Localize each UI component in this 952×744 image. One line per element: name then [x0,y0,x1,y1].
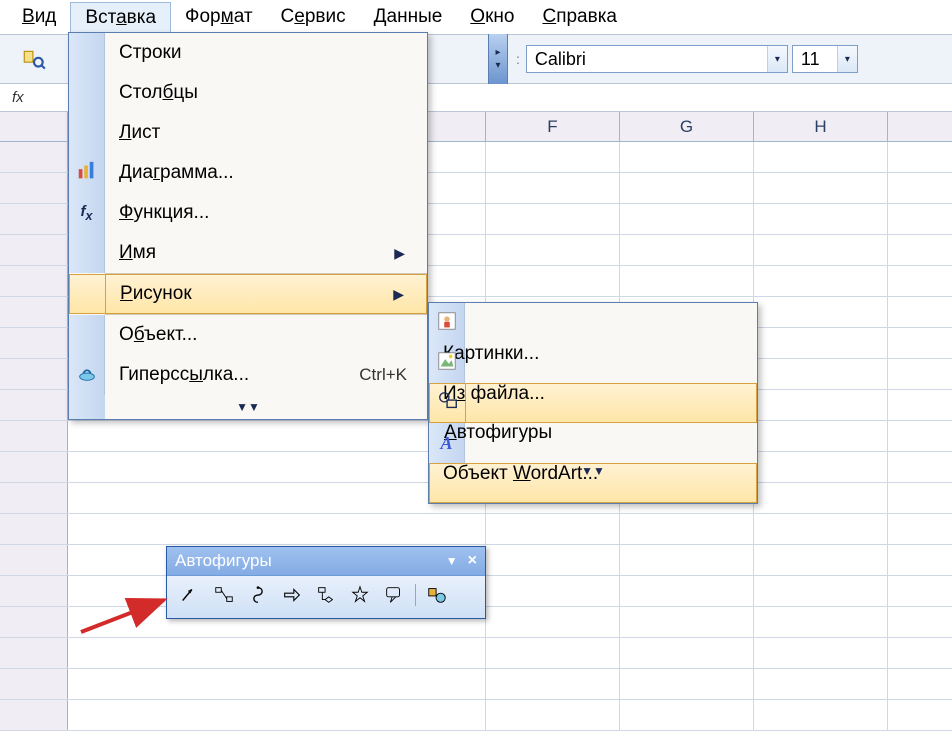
toolbar-grip-icon: : [514,51,522,67]
chevron-right-icon: ▸ [495,47,500,58]
menu-item-rows-label: Строки [119,42,181,64]
menu-format[interactable]: Формат [171,2,267,32]
menu-item-sheet-label: Лист [119,122,160,144]
menu-item-hyperlink-shortcut: Ctrl+K [359,365,413,385]
menu-view[interactable]: Вид [8,2,70,32]
grid-row [0,514,952,545]
basic-shapes-tool-icon[interactable] [243,582,273,608]
menu-item-function-label: Функция... [119,202,209,224]
close-icon[interactable]: × [468,552,477,570]
col-header-h[interactable]: H [754,112,888,141]
autoshapes-titlebar[interactable]: Автофигуры ▼ × [167,547,485,575]
autoshapes-title-label: Автофигуры [175,551,272,571]
from-file-icon [436,350,458,377]
submenu-item-clipart[interactable]: Картинки... [429,303,757,343]
stars-banners-tool-icon[interactable] [345,582,375,608]
toolbar-left [0,47,68,71]
menu-item-cols-label: Столбцы [119,82,198,104]
find-replace-icon[interactable] [21,47,47,71]
menu-insert[interactable]: Вставка [70,2,171,33]
chart-icon [76,160,98,187]
grid-row [0,700,952,731]
menu-window[interactable]: Окно [456,2,528,32]
flowchart-tool-icon[interactable] [311,582,341,608]
function-icon: fx [81,203,93,223]
menu-item-hyperlink[interactable]: Гиперссылка... Ctrl+K [69,355,427,395]
menu-item-picture-label: Рисунок [120,283,192,305]
font-size-combo[interactable]: 11 ▾ [792,45,858,73]
annotation-arrow-icon [76,592,176,642]
submenu-wordart-label: Объект WordArt... [443,463,598,485]
autoshapes-icon [437,390,459,417]
block-arrows-tool-icon[interactable] [277,582,307,608]
more-autoshapes-tool-icon[interactable] [422,582,452,608]
corner-header[interactable] [0,112,68,141]
font-size-value: 11 [793,47,837,72]
toolbar-overflow-button[interactable]: ▸ ▾ [488,34,508,84]
menu-item-chart-label: Диаграмма... [119,162,234,184]
clipart-icon [436,310,458,337]
menu-view-label: ид [35,6,57,27]
autoshapes-body [167,575,485,618]
wordart-icon: A [440,433,452,454]
hyperlink-icon [76,362,98,389]
submenu-autoshapes-label: Автофигуры [444,422,552,444]
menu-service[interactable]: Сервис [267,2,360,32]
menu-item-name-label: Имя [119,242,156,264]
menu-item-cols[interactable]: Столбцы [69,73,427,113]
menu-item-name[interactable]: Имя ▶ [69,233,427,273]
callouts-tool-icon[interactable] [379,582,409,608]
picture-submenu: Картинки... Из файла... Автофигуры A Объ… [428,302,758,504]
fx-label: fx [12,89,24,106]
menu-data[interactable]: Данные [360,2,457,32]
double-chevron-down-icon: ▼▼ [69,400,427,414]
autoshapes-toolbar[interactable]: Автофигуры ▼ × [166,546,486,619]
font-name-combo[interactable]: Calibri ▾ [526,45,788,73]
grid-row [0,638,952,669]
col-header-i[interactable]: I [888,112,952,141]
col-header-g[interactable]: G [620,112,754,141]
lines-tool-icon[interactable] [175,582,205,608]
connectors-tool-icon[interactable] [209,582,239,608]
col-header-f[interactable]: F [486,112,620,141]
menu-help[interactable]: Справка [528,2,631,32]
menu-item-picture[interactable]: Рисунок ▶ [69,274,427,314]
font-name-dropdown-button[interactable]: ▾ [767,46,787,72]
chevron-down-icon: ▾ [495,60,500,71]
menubar: Вид Вставка Формат Сервис Данные Окно Сп… [0,0,952,34]
menu-item-chart[interactable]: Диаграмма... [69,153,427,193]
grid-row [0,669,952,700]
font-name-value: Calibri [527,47,767,72]
menu-item-object[interactable]: Объект... [69,315,427,355]
submenu-arrow-icon: ▶ [393,286,412,303]
toolbar-options-icon[interactable]: ▼ [446,554,458,568]
menu-item-function[interactable]: fx Функция... [69,193,427,233]
menu-item-object-label: Объект... [119,324,197,346]
menu-item-rows[interactable]: Строки [69,33,427,73]
menu-item-sheet[interactable]: Лист [69,113,427,153]
menu-item-hyperlink-label: Гиперссылка... [119,364,249,386]
font-size-dropdown-button[interactable]: ▾ [837,46,857,72]
menu-expand-button[interactable]: ▼▼ [69,395,427,419]
insert-menu-dropdown: Строки Столбцы Лист Диаграмма... fx Функ… [68,32,428,420]
submenu-arrow-icon: ▶ [394,245,413,262]
